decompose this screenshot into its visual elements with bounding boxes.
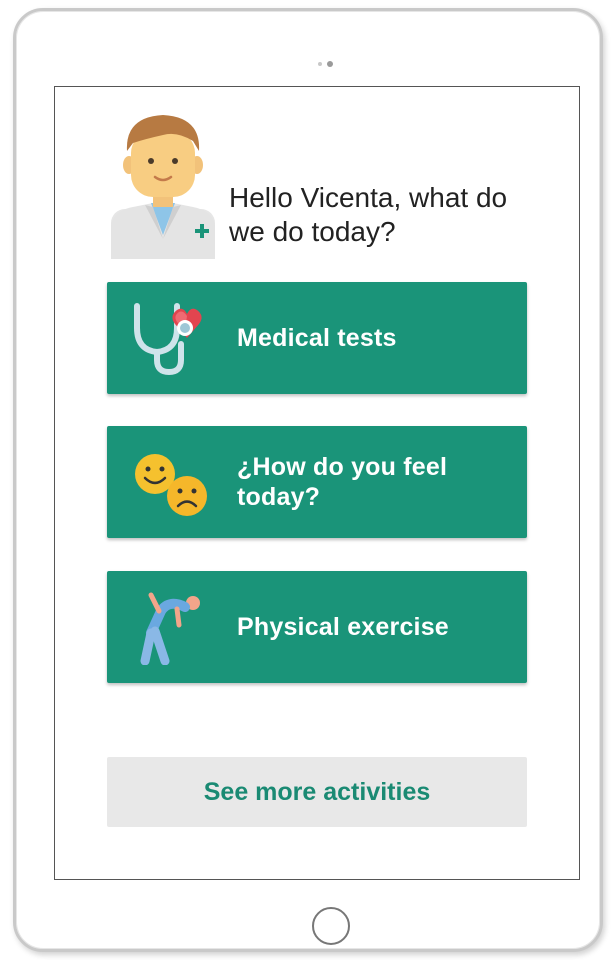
home-button[interactable] xyxy=(312,907,350,945)
physical-exercise-label: Physical exercise xyxy=(237,613,449,641)
stethoscope-heart-icon xyxy=(134,303,202,376)
medical-tests-button[interactable]: Medical tests xyxy=(107,282,527,394)
app-screen: Hello Vicenta, what do we do today? Medi… xyxy=(54,86,580,880)
stretching-person-icon xyxy=(140,592,200,665)
medical-tests-label: Medical tests xyxy=(237,324,397,352)
greeting-text: Hello Vicenta, what do we do today? xyxy=(229,182,508,247)
how-do-you-feel-label: ¿How do you feel today? xyxy=(237,453,448,511)
greeting-section: Hello Vicenta, what do we do today? xyxy=(107,111,537,259)
see-more-activities-button[interactable]: See more activities xyxy=(107,757,527,827)
how-do-you-feel-button[interactable]: ¿How do you feel today? xyxy=(107,426,527,538)
happy-sad-faces-icon xyxy=(135,454,207,516)
camera-icon xyxy=(318,61,333,67)
physical-exercise-button[interactable]: Physical exercise xyxy=(107,571,527,683)
doctor-avatar-icon xyxy=(111,115,215,259)
